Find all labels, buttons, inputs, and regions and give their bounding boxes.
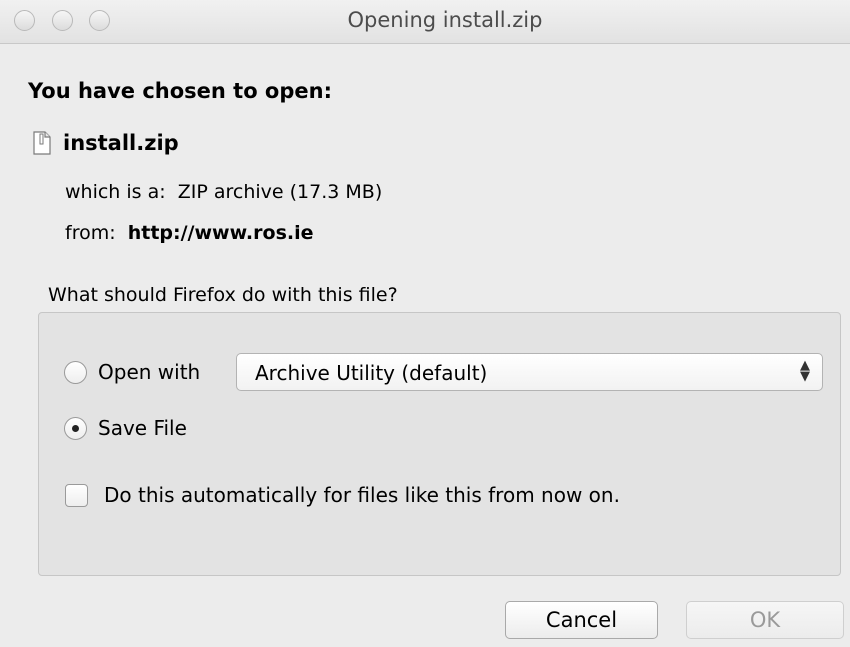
title-bar: Opening install.zip: [0, 0, 850, 44]
file-source-line: from: http://www.ros.ie: [65, 222, 314, 244]
save-file-label[interactable]: Save File: [98, 416, 187, 440]
auto-action-label[interactable]: Do this automatically for files like thi…: [104, 483, 620, 507]
dialog-heading: You have chosen to open:: [28, 79, 332, 103]
open-with-label[interactable]: Open with: [98, 360, 200, 384]
action-question: What should Firefox do with this file?: [48, 284, 398, 306]
window-title: Opening install.zip: [347, 8, 543, 32]
file-type-prefix: which is a:: [65, 181, 166, 203]
open-with-app-select[interactable]: Archive Utility (default) ▲ ▼: [236, 353, 823, 391]
file-type-line: which is a: ZIP archive (17.3 MB): [65, 181, 382, 203]
open-with-radio[interactable]: [64, 361, 87, 384]
action-options-group: [38, 312, 841, 576]
file-name: install.zip: [63, 131, 179, 155]
file-source-prefix: from:: [65, 222, 116, 244]
download-dialog-window: Opening install.zip You have chosen to o…: [0, 0, 850, 647]
save-file-radio[interactable]: [64, 417, 87, 440]
file-source-value: http://www.ros.ie: [127, 222, 314, 244]
file-row: install.zip: [33, 131, 179, 155]
file-type-value: ZIP archive (17.3 MB): [177, 181, 383, 203]
cancel-button[interactable]: Cancel: [505, 601, 658, 639]
updown-arrows-icon: ▲ ▼: [800, 358, 810, 384]
auto-action-checkbox[interactable]: [65, 484, 88, 507]
open-with-app-value: Archive Utility (default): [255, 361, 488, 385]
ok-button[interactable]: OK: [686, 601, 844, 639]
document-icon: [33, 131, 51, 155]
